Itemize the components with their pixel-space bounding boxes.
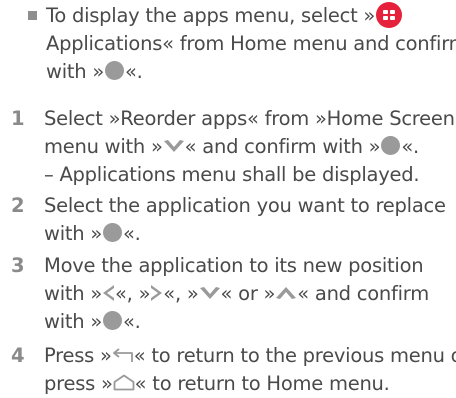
ok-button-icon — [381, 136, 401, 155]
intro-line-3a: with » — [46, 60, 104, 83]
intro-line-3b: «. — [125, 60, 143, 83]
down-arrow-icon — [163, 139, 184, 152]
home-icon — [113, 374, 135, 391]
intro-line-2: Applications« from Home menu and confirm — [46, 32, 456, 55]
ok-button-icon — [103, 311, 122, 330]
step-4-line-2a: press » — [44, 372, 113, 395]
step-2-line-2b: «. — [123, 222, 141, 245]
home-menu-button-icon — [376, 1, 403, 28]
back-icon — [112, 347, 133, 362]
step-3-line-2d: « or » — [220, 282, 276, 305]
step-number: 2 — [11, 194, 25, 217]
step-number: 3 — [11, 254, 25, 277]
ok-button-icon — [105, 61, 124, 80]
step-1-line-2b: « and confirm with » — [184, 135, 381, 158]
step-4-line-1b: « to return to the previous menu or — [133, 344, 456, 367]
step-3-line-2a: with » — [44, 282, 102, 305]
step-3-line-2b: «, » — [115, 282, 151, 305]
left-arrow-icon — [103, 284, 114, 301]
step-3-line-2c: «, » — [163, 282, 199, 305]
step-number: 1 — [11, 107, 25, 130]
square-bullet-icon — [28, 11, 37, 20]
step-1-line-2c: «. — [401, 135, 419, 158]
ok-button-icon — [103, 223, 122, 242]
step-number: 4 — [11, 344, 25, 367]
step-2-line-2a: with » — [44, 222, 102, 245]
step-3-line-3a: with » — [44, 310, 102, 333]
step-2-line-1: Select the application you want to repla… — [44, 194, 446, 217]
down-arrow-icon — [199, 286, 220, 299]
step-3-line-1: Move the application to its new position — [44, 254, 424, 277]
step-3-line-2e: « and confirm — [297, 282, 429, 305]
step-1-line-2a: menu with » — [44, 135, 163, 158]
step-4-line-2b: « to return to Home menu. — [134, 372, 390, 395]
step-1-line-1: Select »Reorder apps« from »Home Screen« — [44, 107, 456, 130]
step-1-line-3: – Applications menu shall be displayed. — [44, 163, 420, 186]
right-arrow-icon — [151, 284, 163, 301]
step-4-line-1a: Press » — [44, 344, 112, 367]
instruction-page: To display the apps menu, select » Appli… — [0, 0, 456, 398]
intro-line-1: To display the apps menu, select » — [46, 4, 376, 27]
up-arrow-icon — [276, 286, 297, 299]
step-3-line-3b: «. — [123, 310, 141, 333]
